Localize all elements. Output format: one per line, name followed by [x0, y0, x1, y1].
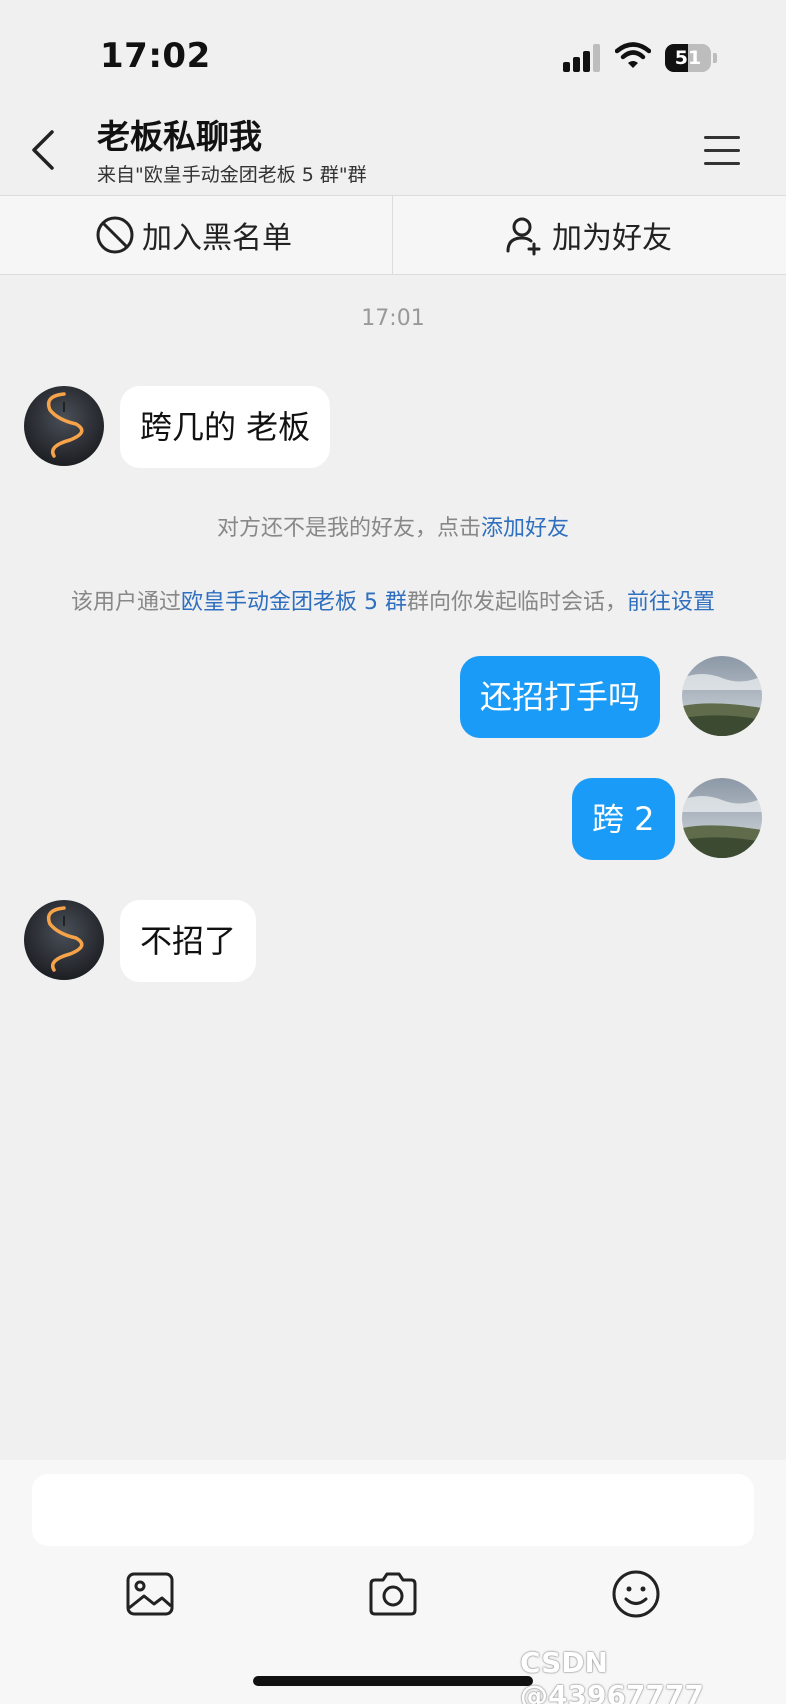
temp-chat-notice: 该用户通过欧皇手动金团老板 5 群群向你发起临时会话，前往设置 — [0, 584, 786, 616]
outgoing-message[interactable]: 跨 2 — [572, 778, 675, 860]
battery-icon: 51 — [665, 44, 717, 72]
friend-notice: 对方还不是我的好友，点击添加好友 — [0, 510, 786, 542]
add-friend-link[interactable]: 添加好友 — [481, 516, 569, 541]
emoji-icon[interactable] — [606, 1566, 666, 1622]
outgoing-message[interactable]: 还招打手吗 — [460, 656, 661, 738]
add-friend-label: 加为好友 — [552, 221, 672, 256]
my-avatar[interactable] — [682, 778, 762, 858]
image-icon[interactable] — [120, 1566, 180, 1622]
status-time: 17:02 — [100, 36, 211, 76]
user-plus-icon — [506, 217, 541, 256]
add-to-blacklist-button[interactable]: 加入黑名单 — [94, 196, 292, 274]
message-timestamp: 17:01 — [361, 306, 425, 331]
watermark: CSDN @43967777 — [520, 1646, 704, 1704]
incoming-message[interactable]: 不招了 — [120, 900, 257, 982]
contact-avatar[interactable] — [24, 386, 104, 466]
add-friend-button[interactable]: 加为好友 — [504, 196, 672, 274]
wifi-icon — [615, 42, 651, 68]
action-divider — [392, 196, 393, 274]
back-button[interactable] — [20, 118, 70, 178]
message-input[interactable] — [32, 1474, 754, 1546]
menu-button[interactable] — [700, 130, 748, 170]
friend-notice-text: 对方还不是我的好友，点击 — [216, 516, 481, 541]
my-avatar[interactable] — [682, 656, 762, 736]
add-to-blacklist-label: 加入黑名单 — [142, 221, 292, 256]
temp-chat-notice-middle: 群向你发起临时会话， — [406, 590, 627, 615]
go-to-settings-link[interactable]: 前往设置 — [627, 590, 715, 615]
chat-title: 老板私聊我 — [97, 117, 262, 156]
chat-subtitle: 来自"欧皇手动金团老板 5 群"群 — [97, 164, 367, 186]
home-indicator[interactable] — [253, 1676, 533, 1686]
incoming-message[interactable]: 跨几的 老板 — [120, 386, 331, 468]
camera-icon[interactable] — [363, 1566, 423, 1622]
group-link[interactable]: 欧皇手动金团老板 5 群 — [181, 590, 407, 615]
prohibit-icon — [96, 216, 134, 254]
contact-avatar[interactable] — [24, 900, 104, 980]
signal-icon — [563, 44, 603, 72]
battery-percent: 51 — [674, 47, 702, 69]
status-bar: 17:02 51 — [0, 0, 786, 110]
temp-chat-notice-prefix: 该用户通过 — [70, 590, 181, 615]
hamburger-menu-icon — [704, 136, 740, 139]
chat-header: 老板私聊我 来自"欧皇手动金团老板 5 群"群 — [0, 100, 786, 196]
action-bar: 加入黑名单 加为好友 — [0, 195, 786, 275]
